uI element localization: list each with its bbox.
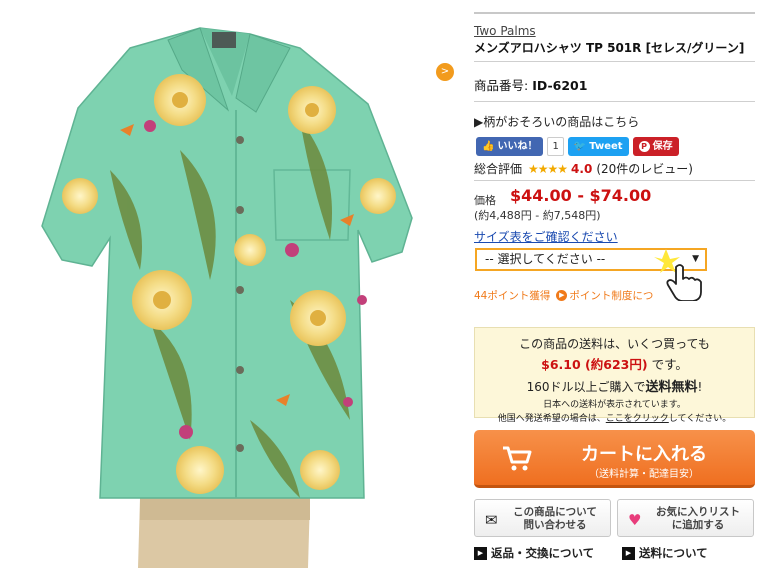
brand-link[interactable]: Two Palms: [474, 24, 536, 38]
play-icon: ▶: [622, 546, 635, 560]
returns-link[interactable]: ▶ 返品・交換について: [474, 545, 594, 561]
next-image-arrow-icon[interactable]: >: [436, 63, 454, 81]
product-id: 商品番号: ID-6201: [474, 75, 587, 94]
points-earned: 44ポイント獲得: [474, 290, 551, 302]
social-buttons: 👍 いいね！ 1 🐦 Tweet P 保存: [476, 137, 679, 156]
dropdown-arrow-icon: ▼: [692, 254, 699, 264]
points-system-link[interactable]: ポイント制度につ: [569, 288, 653, 303]
facebook-like-count: 1: [547, 137, 564, 156]
favorites-button-label: お気に入りリスト に追加する: [648, 506, 748, 532]
contact-button-label: この商品について 問い合わせる: [505, 506, 605, 532]
shipping-line-5: 他国へ発送希望の場合は、ここをクリックしてください。: [475, 411, 754, 424]
shipping-fee: $6.10 (約623円): [541, 357, 648, 372]
tweet-button[interactable]: 🐦 Tweet: [567, 137, 629, 156]
rating-label: 総合評価: [474, 162, 523, 176]
shipping-link-label: 送料について: [639, 546, 708, 560]
envelope-icon: ✉: [485, 511, 498, 529]
product-id-value: ID-6201: [532, 78, 588, 93]
facebook-like-label: いいね！: [497, 141, 538, 152]
add-to-cart-sublabel: （送料計算・配達目安）: [589, 469, 699, 480]
shipping-info-box: この商品の送料は、いくつ買っても $6.10 (約623円) です。 160ドル…: [474, 327, 755, 424]
product-title: メンズアロハシャツ TP 501R [セレス/グリーン]: [474, 41, 745, 55]
product-detail-panel: Two Palms メンズアロハシャツ TP 501R [セレス/グリーン] 商…: [474, 0, 756, 568]
shipping-line-2-suffix: です。: [651, 357, 688, 372]
free-shipping-threshold: 160ドル以上ご購入で: [526, 380, 646, 394]
divider: [474, 180, 755, 181]
free-shipping-label: 送料無料: [645, 380, 698, 395]
price-range: $44.00 - $74.00: [510, 186, 652, 205]
points-info: 44ポイント獲得 ▶ ポイント制度につ: [474, 288, 653, 303]
contact-about-item-button[interactable]: ✉ この商品について 問い合わせる: [474, 499, 611, 537]
shipping-link[interactable]: ▶ 送料について: [622, 545, 708, 561]
contact-button-line-1: この商品について: [513, 506, 597, 518]
divider: [474, 12, 755, 14]
product-photo[interactable]: [0, 0, 430, 568]
pinterest-icon: P: [638, 141, 650, 152]
free-shipping-exclaim: !: [697, 380, 703, 394]
shipping-line-4: 日本への送料が表示されています。: [543, 400, 686, 410]
aloha-shirt-image: [41, 27, 413, 568]
pinterest-save-label: 保存: [652, 141, 673, 152]
twitter-bird-icon: 🐦: [573, 141, 587, 152]
add-to-cart-label: カートに入れる: [581, 444, 707, 465]
contact-button-line-2: 問い合わせる: [523, 519, 587, 531]
play-circle-icon: ▶: [556, 290, 568, 301]
rating-score: 4.0: [571, 161, 593, 176]
add-to-favorites-button[interactable]: ♥ お気に入りリスト に追加する: [617, 499, 754, 537]
review-count-link[interactable]: (20件のレビュー): [596, 160, 693, 177]
star-rating-icon: ★★★★: [528, 161, 568, 176]
favorites-button-line-2: に追加する: [671, 519, 725, 531]
shipping-line-2: $6.10 (約623円) です。: [475, 354, 754, 373]
heart-icon: ♥: [628, 511, 642, 529]
returns-link-label: 返品・交換について: [491, 546, 595, 560]
shopping-cart-icon: [503, 446, 532, 471]
shipping-line-1: この商品の送料は、いくつ買っても: [519, 337, 710, 351]
other-country-link[interactable]: ここをクリック: [606, 414, 669, 424]
size-select[interactable]: -- 選択してください -- ▼: [475, 248, 707, 271]
rating-summary: 総合評価 ★★★★ 4.0 (20件のレビュー): [474, 160, 693, 177]
favorites-button-line-1: お気に入りリスト: [656, 506, 740, 518]
price-yen: (約4,488円 - 約7,548円): [474, 209, 601, 222]
free-shipping-notice: 160ドル以上ご購入で送料無料!: [475, 376, 754, 395]
other-country-prefix: 他国へ発送希望の場合は、: [497, 414, 606, 424]
product-id-label: 商品番号:: [474, 78, 529, 93]
divider: [474, 101, 755, 102]
facebook-like-button[interactable]: 👍 いいね！: [476, 137, 544, 156]
pinterest-save-button[interactable]: P 保存: [632, 137, 679, 156]
size-chart-link[interactable]: サイズ表をご確認ください: [474, 228, 618, 245]
price-label: 価格: [474, 194, 496, 207]
matching-pattern-link[interactable]: ▶柄がおそろいの商品はこちら: [474, 113, 639, 130]
other-country-suffix: してください。: [668, 414, 732, 424]
play-icon: ▶: [474, 546, 487, 560]
divider: [474, 61, 755, 62]
tweet-label: Tweet: [589, 141, 623, 152]
thumbs-up-icon: 👍: [482, 141, 495, 152]
add-to-cart-button[interactable]: カートに入れる （送料計算・配達目安）: [474, 430, 755, 488]
size-select-value: -- 選択してください --: [485, 252, 606, 266]
